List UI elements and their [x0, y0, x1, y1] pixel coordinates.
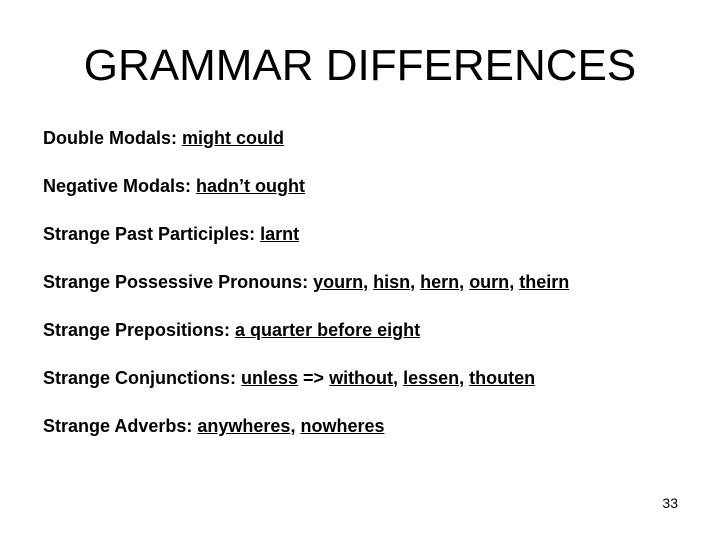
list-item: Double Modals: might could — [43, 124, 569, 172]
separator: => — [298, 368, 330, 388]
example-term: anywheres — [197, 416, 291, 436]
item-label: Double Modals: — [43, 128, 182, 148]
example-term: might could — [182, 128, 284, 148]
item-label: Strange Adverbs: — [43, 416, 198, 436]
separator: , — [459, 272, 470, 292]
page-number: 33 — [662, 495, 678, 511]
example-term: a quarter before eight — [235, 320, 421, 340]
example-term: ourn — [469, 272, 510, 292]
item-label: Strange Prepositions: — [43, 320, 236, 340]
list-item: Strange Possessive Pronouns: yourn, hisn… — [43, 268, 569, 316]
item-label: Negative Modals: — [43, 176, 197, 196]
example-term: yourn — [313, 272, 364, 292]
grammar-list: Double Modals: might could Negative Modal… — [43, 124, 569, 460]
example-term: lessen — [403, 368, 460, 388]
example-term: larnt — [260, 224, 300, 244]
item-label: Strange Conjunctions: — [43, 368, 241, 388]
separator: , — [393, 368, 404, 388]
example-term: theirn — [519, 272, 570, 292]
separator: , — [410, 272, 421, 292]
example-term: nowheres — [300, 416, 385, 436]
separator: , — [363, 272, 374, 292]
list-item: Strange Adverbs: anywheres, nowheres — [43, 412, 569, 460]
example-term: hern — [420, 272, 460, 292]
list-item: Strange Conjunctions: unless => without,… — [43, 364, 569, 412]
example-term: hisn — [373, 272, 411, 292]
list-item: Negative Modals: hadn’t ought — [43, 172, 569, 220]
item-label: Strange Past Participles: — [43, 224, 261, 244]
example-term: unless — [241, 368, 299, 388]
example-term: without — [329, 368, 394, 388]
slide-title: GRAMMAR DIFFERENCES — [83, 41, 637, 90]
list-item: Strange Prepositions: a quarter before e… — [43, 316, 569, 364]
example-term: thouten — [469, 368, 536, 388]
list-item: Strange Past Participles: larnt — [43, 220, 569, 268]
item-label: Strange Possessive Pronouns: — [43, 272, 314, 292]
example-term: hadn’t ought — [196, 176, 306, 196]
separator: , — [459, 368, 470, 388]
separator: , — [290, 416, 301, 436]
separator: , — [509, 272, 520, 292]
